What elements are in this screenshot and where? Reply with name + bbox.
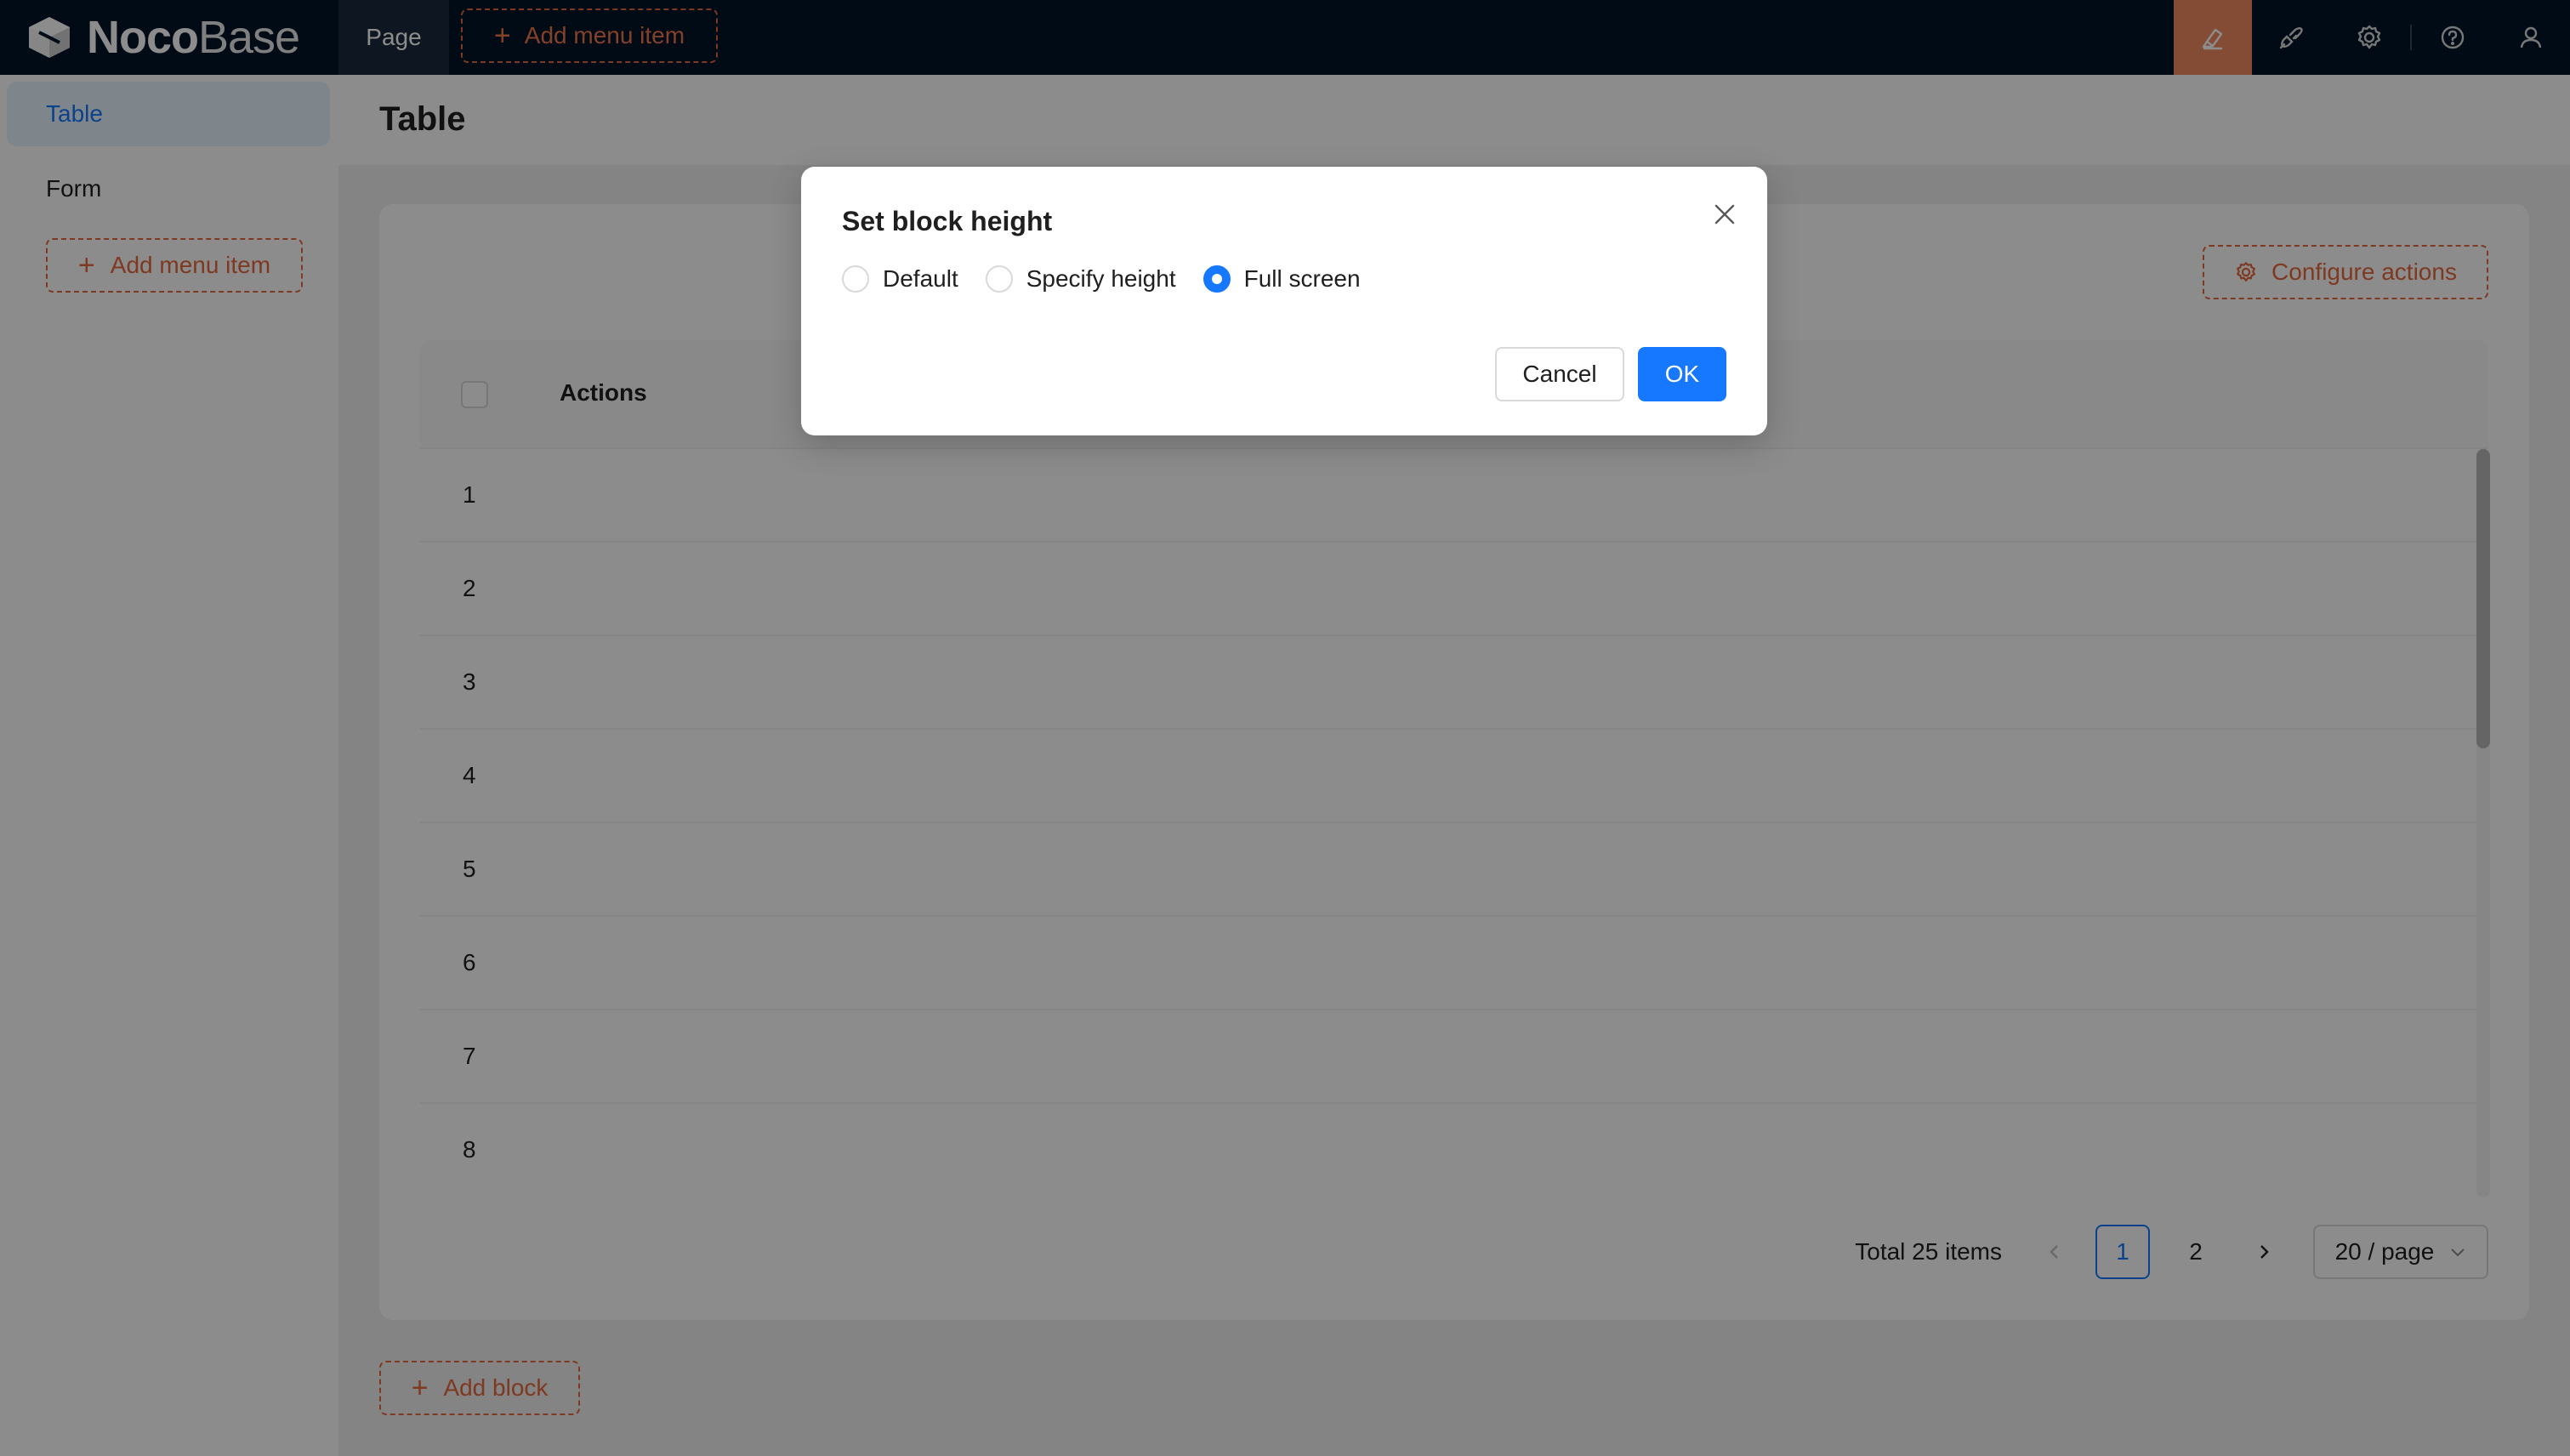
cancel-button[interactable]: Cancel	[1495, 347, 1624, 401]
height-radio-group: Default Specify height Full screen	[842, 265, 1388, 293]
dialog-title: Set block height	[842, 206, 1053, 236]
radio-full-screen[interactable]	[1203, 265, 1231, 293]
set-block-height-dialog: Set block height Default Specify height …	[801, 167, 1767, 435]
radio-option-full-screen[interactable]: Full screen	[1203, 265, 1361, 293]
radio-option-default[interactable]: Default	[842, 265, 958, 293]
radio-default[interactable]	[842, 265, 869, 293]
radio-option-specify-height[interactable]: Specify height	[985, 265, 1176, 293]
dialog-close-button[interactable]	[1706, 196, 1743, 233]
close-icon	[1714, 204, 1735, 225]
radio-specify-height[interactable]	[985, 265, 1013, 293]
ok-button[interactable]: OK	[1638, 347, 1726, 401]
